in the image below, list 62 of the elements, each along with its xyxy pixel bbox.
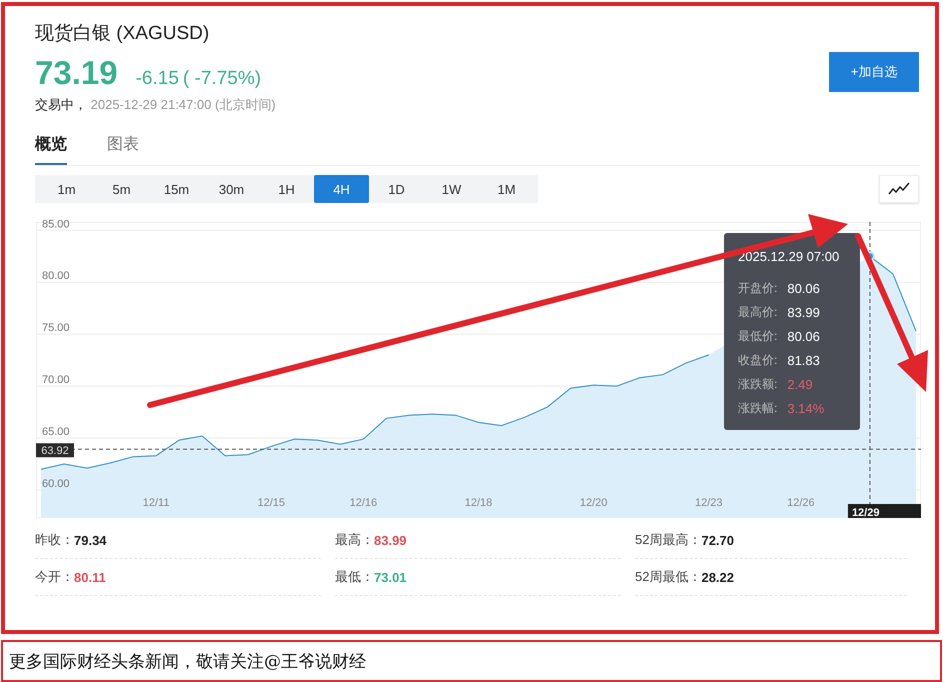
tooltip-value: 80.06	[787, 280, 820, 296]
x-axis-label: 12/23	[695, 497, 723, 509]
period-button[interactable]: 1m	[39, 175, 94, 203]
banner-caption: 更多国际财经头条新闻，敬请关注@王爷说财经	[1, 640, 942, 682]
tooltip-label: 涨跌额:	[738, 376, 778, 392]
stat-value: 72.70	[701, 532, 734, 548]
quote-time: 2025-12-29 21:47:00 (北京时间)	[90, 97, 276, 112]
y-axis-label: 80.00	[42, 270, 70, 282]
tooltip-value: 2.49	[787, 376, 813, 392]
tooltip-label: 最低价:	[738, 328, 778, 344]
x-axis-label: 12/16	[350, 497, 378, 509]
stat-value: 80.11	[74, 570, 106, 584]
period-button[interactable]: 5m	[94, 175, 149, 203]
y-axis-label: 65.00	[42, 426, 70, 438]
tooltip-value: 83.99	[787, 304, 820, 320]
tooltip-label: 开盘价:	[738, 280, 778, 296]
y-axis-label: 85.00	[42, 218, 70, 230]
y-axis-label: 75.00	[42, 322, 70, 334]
tab[interactable]: 概览	[35, 134, 67, 165]
period-button[interactable]: 4H	[314, 175, 369, 203]
chart-type-button[interactable]	[879, 175, 919, 203]
stat-value: 83.99	[374, 532, 407, 548]
period-button[interactable]: 1M	[479, 175, 534, 203]
reference-value-label: 63.92	[36, 443, 74, 458]
stat-label: 52周最低：	[635, 568, 702, 586]
y-axis-label: 70.00	[42, 374, 70, 386]
tooltip-value: 81.83	[787, 352, 820, 368]
price-change: -6.15	[136, 68, 179, 90]
add-watchlist-button[interactable]: +加自选	[829, 52, 919, 92]
period-button[interactable]: 15m	[149, 175, 204, 203]
x-axis-label: 12/20	[580, 497, 608, 509]
period-button[interactable]: 1H	[259, 175, 314, 203]
x-axis-label: 12/18	[464, 497, 492, 509]
stat-label: 最低：	[335, 568, 374, 586]
x-axis-label: 12/26	[787, 497, 815, 509]
stat-label: 昨收：	[35, 531, 74, 549]
last-price: 73.19	[35, 54, 118, 92]
percent-change: ( -7.75%)	[182, 68, 262, 90]
tooltip-label: 收盘价:	[738, 352, 778, 368]
instrument-title: 现货白银 (XAGUSD)	[35, 22, 210, 46]
tooltip-label: 涨跌幅:	[738, 400, 778, 416]
stat-value: 73.01	[374, 570, 407, 584]
stat-value: 79.34	[74, 532, 107, 548]
x-axis-label: 12/11	[142, 497, 170, 509]
stat-label: 52周最高：	[635, 531, 702, 549]
tab[interactable]: 图表	[107, 134, 139, 165]
period-button[interactable]: 1D	[369, 175, 424, 203]
stat-label: 最高：	[335, 531, 374, 549]
y-axis-label: 60.00	[42, 478, 70, 490]
tooltip-label: 最高价:	[738, 304, 778, 320]
stat-label: 今开：	[35, 568, 74, 586]
tooltip-value: 80.06	[787, 328, 820, 344]
stat-value: 28.22	[701, 570, 734, 584]
tooltip-value: 3.14%	[787, 400, 824, 416]
line-chart-icon	[888, 182, 910, 196]
ref-line-label: 63.92	[41, 445, 69, 458]
trading-status: 交易中，	[35, 97, 87, 112]
tooltip-date: 2025.12.29 07:00	[738, 249, 840, 264]
period-button[interactable]: 30m	[204, 175, 259, 203]
hover-date-label: 12/29	[848, 504, 921, 519]
x-axis-label: 12/15	[258, 497, 286, 509]
period-button[interactable]: 1W	[424, 175, 479, 203]
